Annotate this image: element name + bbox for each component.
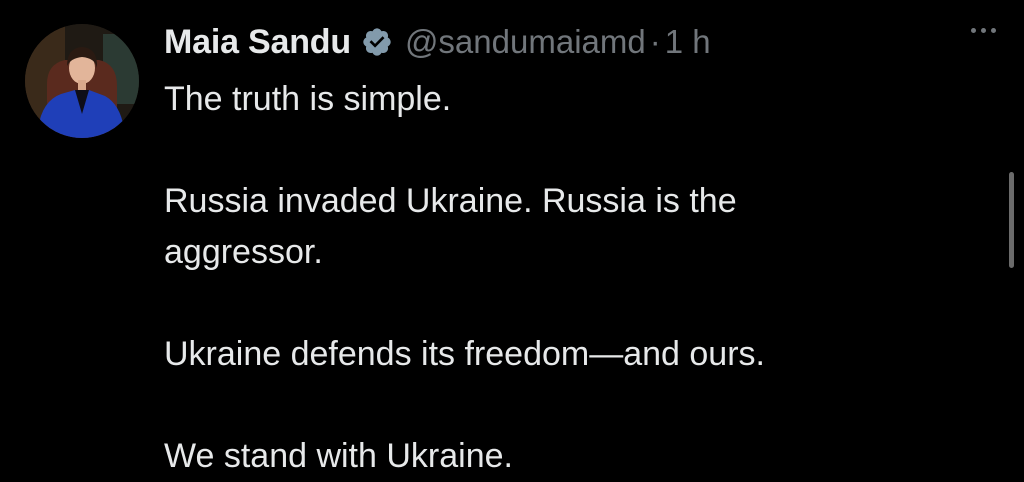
more-horizontal-icon[interactable] (971, 28, 996, 33)
author-name[interactable]: Maia Sandu (164, 23, 351, 62)
more-dot (971, 28, 976, 33)
verified-badge-icon (363, 28, 391, 56)
timestamp[interactable]: 1 h (665, 23, 711, 61)
author-handle[interactable]: @sandumaiamd (405, 23, 646, 61)
tweet-header: Maia Sandu @sandumaiamd · 1 h (164, 20, 711, 64)
tweet-line: The truth is simple. (164, 80, 452, 118)
tweet-text: The truth is simple. Russia invaded Ukra… (164, 74, 944, 482)
tweet-line: aggressor. (164, 233, 323, 271)
tweet-line: Russia invaded Ukraine. Russia is the (164, 182, 737, 220)
more-dot (991, 28, 996, 33)
more-dot (981, 28, 986, 33)
avatar[interactable] (25, 24, 139, 138)
scrollbar[interactable] (1009, 172, 1014, 268)
tweet-line: We stand with Ukraine. (164, 437, 513, 475)
tweet-line: Ukraine defends its freedom—and ours. (164, 335, 765, 373)
separator-dot: · (649, 23, 661, 60)
